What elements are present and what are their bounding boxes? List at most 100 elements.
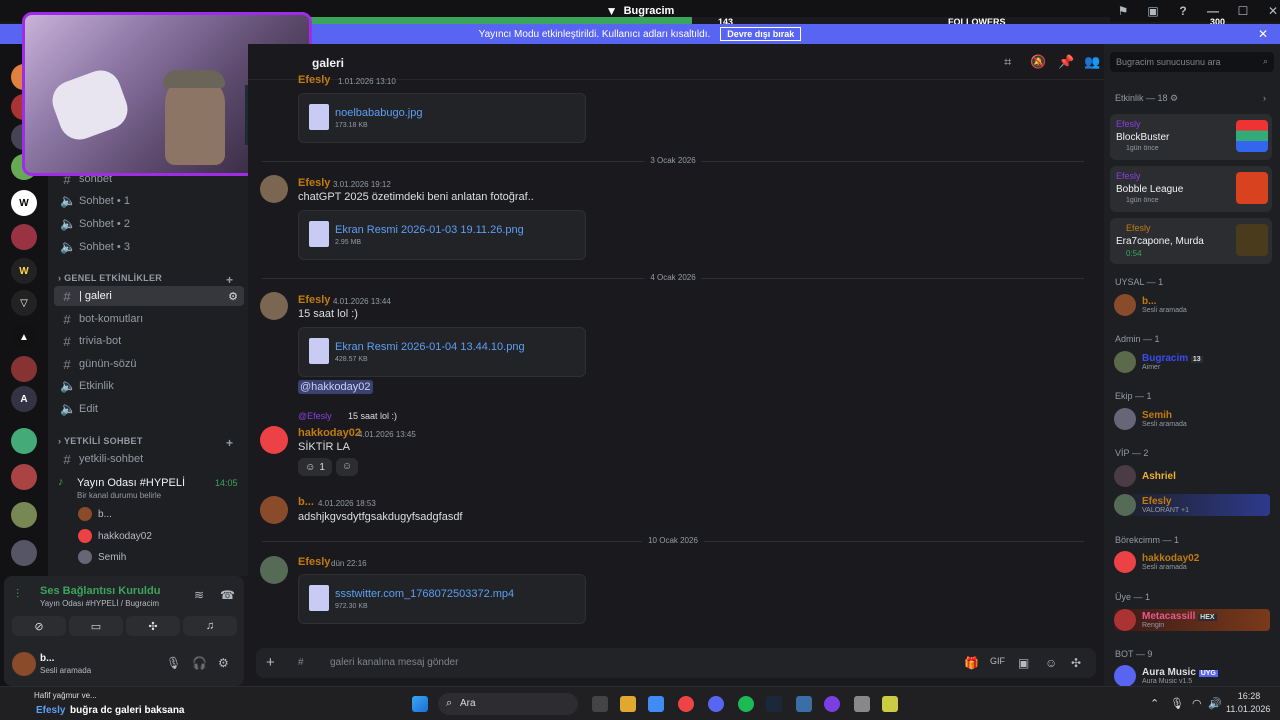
voice-channel-sohbet-2[interactable]: 🔈 Sohbet • 2 (54, 214, 244, 234)
server-search-input[interactable]: Bugracim sunucusunu ara ⌕ (1110, 52, 1274, 72)
pin-icon[interactable]: 📌 (1058, 54, 1074, 70)
file-name[interactable]: Ekran Resmi 2026-01-04 13.44.10.png (335, 341, 525, 353)
threads-icon[interactable]: ⌗ (1004, 54, 1011, 70)
avatar[interactable] (260, 292, 288, 320)
headphones-icon[interactable]: 🎧 (192, 656, 207, 670)
file-attachment[interactable]: Ekran Resmi 2026-01-03 19.11.26.png 2.95… (298, 210, 586, 260)
inbox-icon[interactable]: ⚑ (1108, 4, 1138, 18)
minimize-button[interactable]: — (1198, 4, 1228, 18)
category-staff[interactable]: › YETKİLİ SOHBET + (58, 436, 233, 450)
add-channel-icon[interactable]: + (226, 436, 233, 450)
soundboard-button[interactable]: ♫ (183, 616, 237, 636)
start-icon[interactable] (412, 696, 428, 712)
add-channel-icon[interactable]: + (226, 273, 233, 287)
mute-icon[interactable]: 🔕 (1030, 54, 1046, 70)
microphone-icon[interactable]: 🎙 (1170, 697, 1184, 710)
add-reaction-icon[interactable]: ☺ (336, 458, 358, 476)
camera-off-button[interactable]: ⊘ (12, 616, 66, 636)
member-item[interactable]: Efesly VALORANT +1 (1114, 494, 1270, 516)
server-icon[interactable]: ▲ (11, 324, 37, 350)
activity-card[interactable]: Efesly Era7capone, Murda 0:54 (1110, 218, 1272, 264)
channel-yetkili-sohbet[interactable]: # yetkili-sohbet (54, 449, 244, 469)
server-icon[interactable]: ▽ (11, 290, 37, 316)
voice-member[interactable]: hakkoday02 (78, 529, 152, 543)
member-item[interactable]: Ashriel (1114, 465, 1176, 487)
disconnect-icon[interactable]: ☎ (220, 588, 235, 602)
gift-icon[interactable]: 🎁 (964, 656, 979, 670)
server-icon[interactable] (11, 224, 37, 250)
member-list-icon[interactable]: 👥 (1084, 54, 1100, 70)
message-author[interactable]: Efesly (298, 294, 330, 306)
server-icon[interactable] (11, 540, 37, 566)
screen-share-button[interactable]: ▭ (69, 616, 123, 636)
store-icon[interactable] (648, 696, 664, 712)
reply-author[interactable]: @Efesly (298, 411, 332, 421)
message-input[interactable]: galeri kanalına mesaj gönder (330, 657, 458, 668)
sticker-icon[interactable]: ▣ (1018, 656, 1029, 670)
reply-text[interactable]: 15 saat lol :) (348, 411, 397, 421)
gif-icon[interactable]: GIF (990, 656, 1005, 666)
close-window-button[interactable]: ✕ (1258, 4, 1280, 18)
member-item[interactable]: hakkoday02 Sesli aramada (1114, 551, 1199, 573)
noise-suppression-icon[interactable]: ≋ (194, 588, 204, 602)
file-explorer-icon[interactable] (620, 696, 636, 712)
voice-member[interactable]: Semih (78, 550, 126, 564)
spotify-icon[interactable] (738, 696, 754, 712)
user-mention[interactable]: @hakkoday02 (298, 380, 373, 394)
category-general-events[interactable]: › GENEL ETKİNLİKLER + (58, 273, 233, 287)
screen-icon[interactable]: ▣ (1138, 4, 1168, 18)
maximize-button[interactable]: ☐ (1228, 4, 1258, 18)
apps-icon[interactable]: ✣ (1071, 656, 1081, 670)
app-icon[interactable] (796, 696, 812, 712)
channel-bot-komutlari[interactable]: # bot-komutları (54, 309, 244, 329)
file-attachment[interactable]: ssstwitter.com_1768072503372.mp4 972.30 … (298, 574, 586, 624)
file-name[interactable]: Ekran Resmi 2026-01-03 19.11.26.png (335, 224, 524, 236)
server-icon[interactable] (11, 428, 37, 454)
app-icon[interactable] (854, 696, 870, 712)
clock-time[interactable]: 16:28 (1229, 691, 1269, 701)
avatar[interactable] (260, 556, 288, 584)
file-attachment[interactable]: Ekran Resmi 2026-01-04 13.44.10.png 428.… (298, 327, 586, 377)
user-avatar[interactable] (12, 652, 36, 676)
discord-icon[interactable] (708, 696, 724, 712)
voice-channel-sohbet-1[interactable]: 🔈 Sohbet • 1 (54, 191, 244, 211)
settings-icon[interactable]: ⚙ (1170, 93, 1178, 103)
steam-icon[interactable] (766, 696, 782, 712)
search-icon[interactable]: ⌕ (1263, 56, 1268, 67)
voice-channel-sohbet-3[interactable]: 🔈 Sohbet • 3 (54, 237, 244, 257)
user-settings-icon[interactable]: ⚙ (218, 656, 229, 670)
activity-card[interactable]: Efesly Bobble League 1gün önce (1110, 166, 1272, 212)
voice-status[interactable]: Ses Bağlantısı Kuruldu (40, 585, 160, 597)
file-name[interactable]: ssstwitter.com_1768072503372.mp4 (335, 588, 514, 600)
avatar[interactable] (260, 426, 288, 454)
member-item[interactable]: Metacassill HEX Rengin (1114, 609, 1270, 631)
activity-card[interactable]: Efesly BlockBuster 1gün önce (1110, 114, 1272, 160)
message-author[interactable]: Efesly (298, 556, 330, 568)
task-view-icon[interactable] (592, 696, 608, 712)
message-author[interactable]: b... (298, 496, 314, 508)
avatar[interactable] (260, 496, 288, 524)
microphone-icon[interactable]: 🎙 (166, 656, 181, 670)
channel-settings-icon[interactable]: ⚙ (228, 290, 238, 303)
wifi-icon[interactable]: ◠ (1192, 697, 1202, 710)
message-author[interactable]: Efesly (298, 177, 330, 189)
disable-streamer-mode-button[interactable]: Devre dışı bırak (720, 27, 802, 41)
channel-trivia-bot[interactable]: # trivia-bot (54, 331, 244, 351)
message-author[interactable]: hakkoday02 (298, 427, 361, 439)
chrome-icon[interactable] (678, 696, 694, 712)
help-icon[interactable]: ? (1168, 4, 1198, 18)
member-item[interactable]: Semih Sesli aramada (1114, 408, 1187, 430)
add-attachment-icon[interactable]: + (266, 654, 275, 671)
member-item[interactable]: Aura Music UYG Aura Music v1.5 (1114, 665, 1218, 687)
activity-header[interactable]: Etkinlik — 18 ⚙ › (1115, 93, 1266, 104)
member-item[interactable]: Bugracim 13 Aimer (1114, 351, 1203, 373)
file-name[interactable]: noelbababugo.jpg (335, 107, 422, 119)
voice-member[interactable]: b... (78, 507, 112, 521)
voice-channel-edit[interactable]: 🔈 Edit (54, 399, 244, 419)
app-icon[interactable] (882, 696, 898, 712)
server-icon[interactable] (11, 356, 37, 382)
volume-icon[interactable]: 🔊 (1208, 697, 1222, 710)
server-icon[interactable]: W (11, 258, 37, 284)
server-icon[interactable] (11, 502, 37, 528)
bugracim-server-icon[interactable]: W (11, 190, 37, 216)
